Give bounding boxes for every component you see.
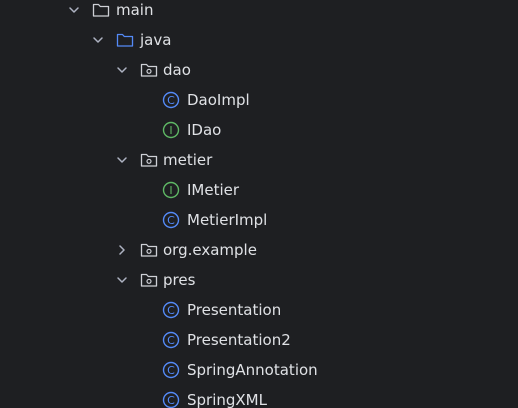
folder-icon: [92, 3, 110, 17]
tree-node-dao[interactable]: dao: [116, 55, 516, 85]
svg-text:C: C: [167, 304, 175, 317]
chevron-down-icon[interactable]: [116, 64, 128, 76]
tree-node-imetier[interactable]: I IMetier: [162, 175, 512, 205]
package-icon: [140, 243, 158, 257]
class-icon: C: [162, 391, 180, 408]
tree-node-daoimpl[interactable]: C DaoImpl: [162, 85, 512, 115]
interface-icon: I: [162, 121, 180, 139]
class-icon: C: [162, 301, 180, 319]
package-icon: [140, 63, 158, 77]
package-icon: [140, 153, 158, 167]
tree-node-idao[interactable]: I IDao: [162, 115, 512, 145]
class-icon: C: [162, 361, 180, 379]
svg-text:I: I: [169, 184, 172, 197]
tree-node-pres[interactable]: pres: [116, 265, 516, 295]
tree-node-label: MetierImpl: [187, 211, 268, 229]
tree-node-label: IMetier: [187, 181, 240, 199]
tree-node-label: dao: [163, 61, 191, 79]
project-tree: main java dao C DaoImpl I IDao metier I …: [0, 0, 518, 408]
tree-node-label: SpringAnnotation: [187, 361, 318, 379]
tree-node-label: Presentation: [187, 301, 282, 319]
tree-node-org-example[interactable]: org.example: [116, 235, 516, 265]
tree-node-metier[interactable]: metier: [116, 145, 516, 175]
source-folder-icon: [116, 33, 134, 47]
package-icon: [140, 273, 158, 287]
svg-text:C: C: [167, 214, 175, 227]
tree-node-springannotation[interactable]: C SpringAnnotation: [162, 355, 512, 385]
tree-node-label: org.example: [163, 241, 257, 259]
class-icon: C: [162, 331, 180, 349]
tree-node-label: Presentation2: [187, 331, 291, 349]
tree-node-presentation[interactable]: C Presentation: [162, 295, 512, 325]
tree-node-label: java: [140, 31, 172, 49]
chevron-right-icon[interactable]: [116, 244, 128, 256]
chevron-down-icon[interactable]: [68, 4, 80, 16]
svg-text:C: C: [167, 334, 175, 347]
svg-text:C: C: [167, 364, 175, 377]
tree-node-label: main: [116, 1, 154, 19]
tree-node-label: IDao: [187, 121, 222, 139]
svg-text:C: C: [167, 94, 175, 107]
svg-text:C: C: [167, 394, 175, 407]
class-icon: C: [162, 91, 180, 109]
tree-node-presentation2[interactable]: C Presentation2: [162, 325, 512, 355]
tree-node-main[interactable]: main: [68, 0, 508, 25]
chevron-down-icon[interactable]: [116, 154, 128, 166]
svg-text:I: I: [169, 124, 172, 137]
interface-icon: I: [162, 181, 180, 199]
chevron-down-icon[interactable]: [92, 34, 104, 46]
chevron-down-icon[interactable]: [116, 274, 128, 286]
tree-node-label: SpringXML: [187, 391, 267, 408]
tree-node-label: metier: [163, 151, 213, 169]
class-icon: C: [162, 211, 180, 229]
tree-node-metierimpl[interactable]: C MetierImpl: [162, 205, 512, 235]
tree-node-springxml[interactable]: C SpringXML: [162, 385, 512, 408]
tree-node-label: pres: [163, 271, 196, 289]
tree-node-java[interactable]: java: [92, 25, 512, 55]
tree-node-label: DaoImpl: [187, 91, 250, 109]
